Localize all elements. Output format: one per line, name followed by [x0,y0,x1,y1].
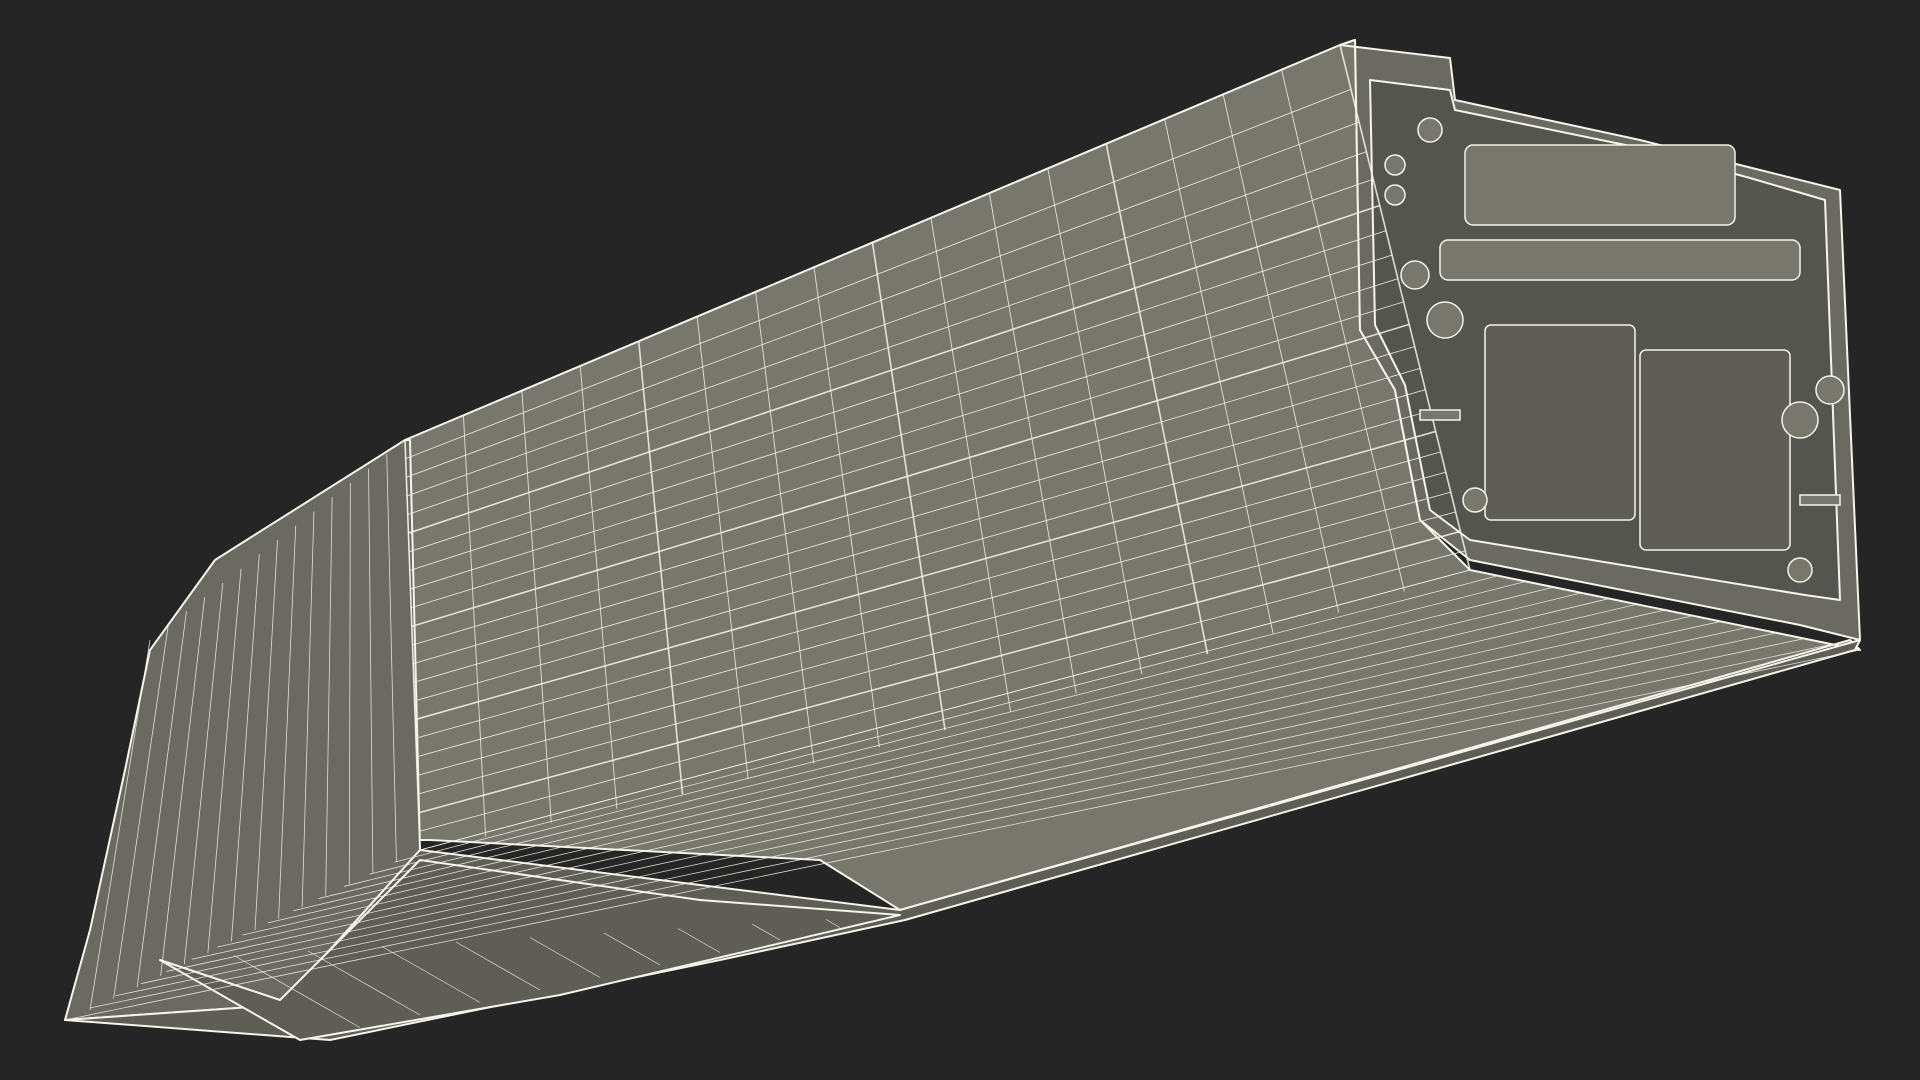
bolt-icon [1417,117,1443,143]
wireframe-render [0,0,1920,1080]
bolt-icon [1781,401,1819,439]
bolt-icon [1384,154,1406,176]
latch-left [1419,409,1461,421]
bolt-icon [1384,184,1406,206]
latch-right [1799,494,1841,506]
viewport [0,0,1920,1080]
cell-slot-left [1484,324,1636,521]
bolt-icon [1787,557,1813,583]
bolt-icon [1815,375,1845,405]
cell-slot-right [1639,349,1791,551]
pin-header [1464,144,1736,226]
bolt-icon [1400,260,1430,290]
bolt-icon [1462,487,1488,513]
mount-rail [1439,239,1801,281]
bolt-icon [1426,301,1464,339]
